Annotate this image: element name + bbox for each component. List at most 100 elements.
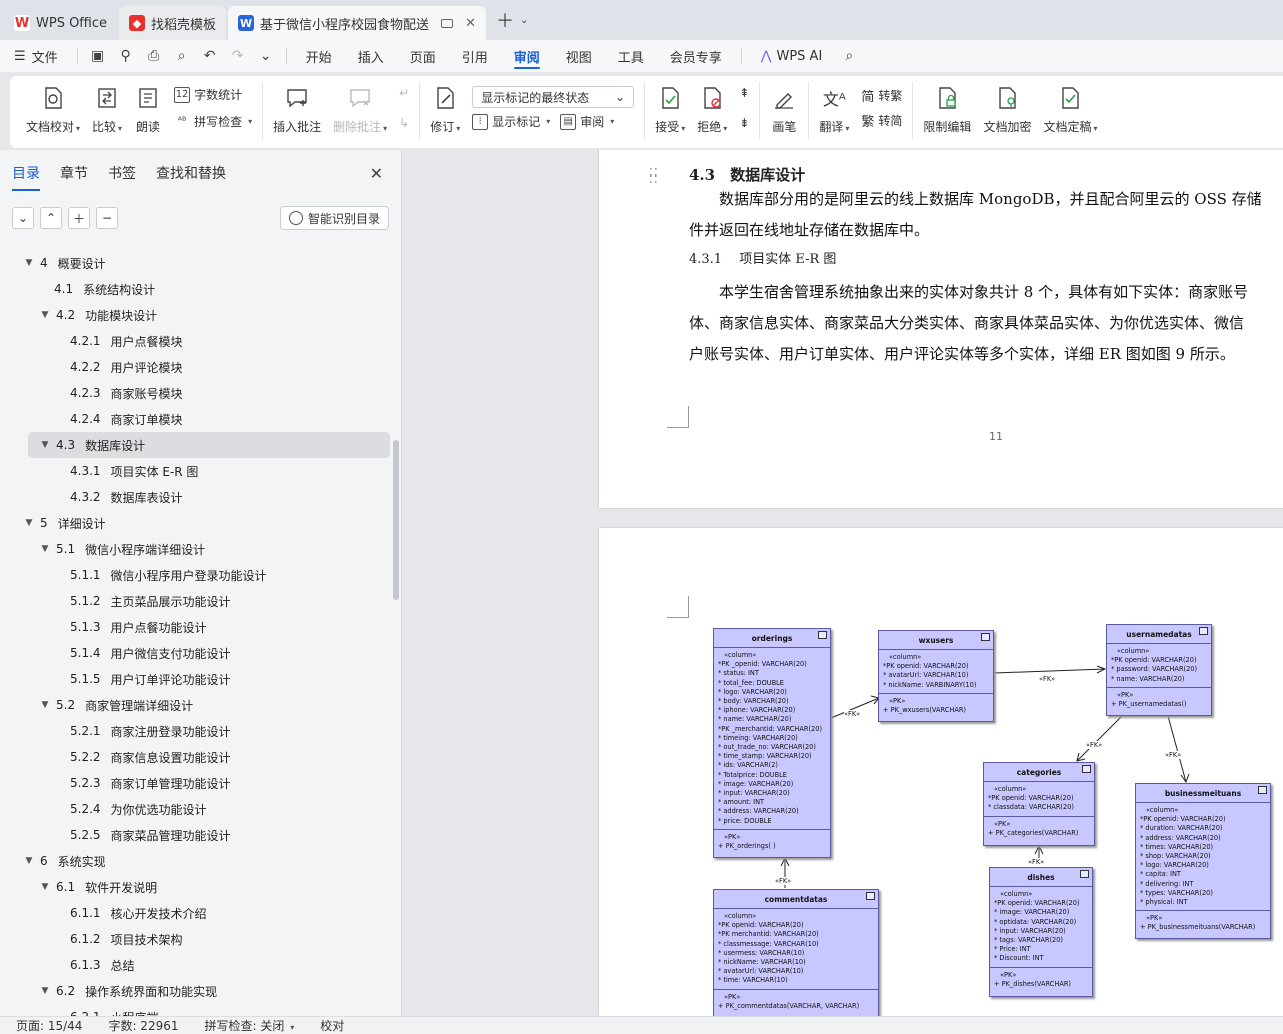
toc-item[interactable]: ▼ 5 详细设计 [0, 510, 396, 536]
entity-businessmeituans[interactable]: businessmeituans «column» *PK openid: VARC… [1135, 783, 1271, 939]
entity-usernamedatas[interactable]: usernamedatas «column» *PK openid: VARCHAR… [1106, 624, 1212, 716]
toc-item[interactable]: 5.1.2 主页菜品展示功能设计 [0, 588, 396, 614]
entity-dishes[interactable]: dishes «column» *PK openid: VARCHAR(20) * i… [989, 867, 1093, 997]
pen-button[interactable]: 画笔 [764, 82, 804, 137]
toc-item[interactable]: 4.3.1 项目实体 E-R 图 [0, 458, 396, 484]
toc-item[interactable]: 6.2.1小程序端 [0, 1004, 396, 1016]
revise-button[interactable]: 修订 ▾ [424, 82, 466, 137]
add-icon[interactable]: ＋ [68, 207, 90, 229]
screen-icon[interactable] [441, 18, 454, 28]
print-preview-icon[interactable]: ⌕ [168, 40, 196, 72]
proofread-status[interactable]: 校对 [320, 1017, 344, 1034]
next-change-icon[interactable]: ⇟ [739, 116, 749, 130]
toc-item[interactable]: 4.2.1 用户点餐模块 [0, 328, 396, 354]
toc-item[interactable]: 5.2.2 商家信息设置功能设计 [0, 744, 396, 770]
previous-comment-icon[interactable]: ↵ [399, 86, 409, 100]
spell-check-button[interactable]: ᴬᴮ 拼写检查 ▾ [174, 113, 252, 130]
toc-item[interactable]: 5.1.1 微信小程序用户登录功能设计 [0, 562, 396, 588]
menu-insert[interactable]: 插入 [345, 40, 397, 72]
toc-item[interactable]: 4.1 系统结构设计 [0, 276, 396, 302]
toc-item[interactable]: 5.1.5 用户订单评论功能设计 [0, 666, 396, 692]
restrict-edit-button[interactable]: 限制编辑 [917, 82, 977, 137]
to-simplified-button[interactable]: 繁转简 [861, 111, 902, 130]
toc-item[interactable]: 4.2.4 商家订单模块 [0, 406, 396, 432]
next-comment-icon[interactable]: ↳ [399, 116, 409, 130]
spell-check-status[interactable]: 拼写检查: 关闭 ▾ [205, 1017, 295, 1034]
word-count-button[interactable]: 12 字数统计 [174, 86, 252, 103]
menu-view[interactable]: 视图 [553, 40, 605, 72]
save-icon[interactable]: ▣ [84, 40, 112, 72]
toc-item[interactable]: 4.3.2 数据库表设计 [0, 484, 396, 510]
expand-triangle-icon[interactable]: ▼ [38, 700, 52, 710]
toc-item[interactable]: ▼ 6 系统实现 [0, 848, 396, 874]
toc-item[interactable]: ▼ 4.2 功能模块设计 [0, 302, 396, 328]
smart-toc-button[interactable]: 智能识别目录 [279, 206, 389, 230]
reject-button[interactable]: 拒绝 ▾ [691, 82, 733, 137]
print-icon[interactable]: ⎙ [140, 40, 168, 72]
undo-icon[interactable]: ↶ [196, 40, 224, 72]
expand-triangle-icon[interactable]: ▼ [38, 310, 52, 320]
toc-item[interactable]: ▼ 6.2 操作系统界面和功能实现 [0, 978, 396, 1004]
toc-item[interactable]: ▼ 4.3 数据库设计 [28, 432, 390, 458]
translate-button[interactable]: 文ᴬ 翻译 ▾ [813, 82, 855, 137]
read-aloud-button[interactable]: 朗读 [128, 82, 168, 137]
toc-item[interactable]: 5.1.4 用户微信支付功能设计 [0, 640, 396, 666]
tab-find-replace[interactable]: 查找和替换 [156, 159, 226, 187]
toc-item[interactable]: 6.1.2 项目技术架构 [0, 926, 396, 952]
insert-comment-button[interactable]: 插入批注 [267, 82, 327, 137]
chevron-down-icon[interactable]: ⌄ [252, 40, 280, 72]
menu-tools[interactable]: 工具 [605, 40, 657, 72]
menu-references[interactable]: 引用 [449, 40, 501, 72]
menu-vip[interactable]: 会员专享 [657, 40, 735, 72]
entity-orderings[interactable]: orderings «column» *PK _openid: VARCHAR(20… [713, 628, 831, 858]
scrollbar[interactable] [393, 440, 399, 600]
expand-triangle-icon[interactable]: ▼ [22, 258, 36, 268]
toc-item[interactable]: ▼ 5.2 商家管理端详细设计 [0, 692, 396, 718]
previous-change-icon[interactable]: ⇞ [739, 86, 749, 100]
entity-commentdatas[interactable]: commentdatas «column» *PK openid: VARCHAR(… [713, 889, 879, 1016]
expand-triangle-icon[interactable]: ▼ [38, 986, 52, 996]
menu-start[interactable]: 开始 [293, 40, 345, 72]
search-icon[interactable]: ⌕ [835, 40, 863, 72]
entity-categories[interactable]: categories «column» *PK openid: VARCHAR(20… [983, 762, 1095, 846]
close-icon[interactable]: ✕ [465, 16, 476, 31]
tab-docer[interactable]: ◆ 找稻壳模板 [119, 6, 227, 40]
entity-wxusers[interactable]: wxusers «column» *PK openid: VARCHAR(20) * … [878, 630, 994, 722]
toc-item[interactable]: 6.1.1 核心开发技术介绍 [0, 900, 396, 926]
drag-handle-icon[interactable]: ⁚⁚ ⁚⁚ [649, 167, 659, 185]
toc-item[interactable]: 5.2.3 商家订单管理功能设计 [0, 770, 396, 796]
wps-ai-button[interactable]: ⋀ WPS AI [748, 40, 835, 72]
markup-state-select[interactable]: 显示标记的最终状态 ⌄ [472, 86, 635, 108]
toc-item[interactable]: 4.2.3 商家账号模块 [0, 380, 396, 406]
remove-icon[interactable]: − [96, 207, 118, 229]
delete-comment-button[interactable]: 删除批注 ▾ [327, 82, 393, 137]
toc-item[interactable]: 4.2.2 用户评论模块 [0, 354, 396, 380]
tab-document[interactable]: W 基于微信小程序校园食物配送 ✕ [228, 6, 486, 40]
toc-item[interactable]: ▼ 6.1 软件开发说明 [0, 874, 396, 900]
chevron-down-icon[interactable]: ⌄ [520, 15, 528, 26]
word-count-indicator[interactable]: 字数: 22961 [108, 1017, 178, 1034]
tab-wps-office[interactable]: W WPS Office [4, 6, 117, 40]
accept-button[interactable]: 接受 ▾ [649, 82, 691, 137]
close-icon[interactable]: ✕ [370, 164, 383, 183]
doc-check-button[interactable]: 文档校对 ▾ [20, 82, 86, 137]
menu-review[interactable]: 审阅 [501, 40, 553, 72]
encrypt-button[interactable]: 文档加密 [977, 82, 1037, 137]
toc-item[interactable]: 5.1.3 用户点餐功能设计 [0, 614, 396, 640]
link-icon[interactable]: ⚲ [112, 40, 140, 72]
file-menu[interactable]: ☰ 文件 [10, 40, 71, 72]
toc-item[interactable]: ▼ 5.1 微信小程序端详细设计 [0, 536, 396, 562]
redo-icon[interactable]: ↷ [224, 40, 252, 72]
expand-triangle-icon[interactable]: ▼ [22, 856, 36, 866]
finalize-button[interactable]: 文档定稿 ▾ [1037, 82, 1103, 137]
compare-button[interactable]: 比较 ▾ [86, 82, 128, 137]
tab-chapters[interactable]: 章节 [60, 159, 88, 187]
toc-item[interactable]: ▼ 4 概要设计 [0, 250, 396, 276]
expand-triangle-icon[interactable]: ▼ [38, 440, 52, 450]
expand-triangle-icon[interactable]: ▼ [38, 882, 52, 892]
to-traditional-button[interactable]: 简转繁 [861, 86, 902, 105]
new-tab-icon[interactable]: ＋ [496, 7, 514, 33]
toc-item[interactable]: 5.2.4 为你优选功能设计 [0, 796, 396, 822]
expand-triangle-icon[interactable]: ▼ [22, 518, 36, 528]
expand-triangle-icon[interactable]: ▼ [38, 544, 52, 554]
